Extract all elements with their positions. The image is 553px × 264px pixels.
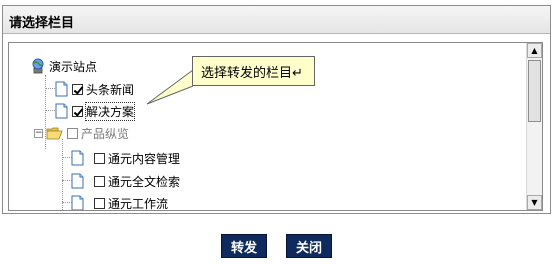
tree-item[interactable]: 通元内容管理	[71, 149, 180, 167]
tooltip-text: 选择转发的栏目↵	[201, 65, 303, 81]
tree-item-label: 解决方案	[84, 101, 136, 121]
close-button[interactable]: 关闭	[286, 234, 332, 258]
item-checkbox[interactable]	[72, 83, 83, 95]
tree-connector	[62, 139, 63, 210]
scroll-up-button[interactable]: ▲	[527, 43, 542, 58]
item-checkbox[interactable]	[67, 127, 78, 139]
document-icon	[55, 103, 68, 119]
document-icon	[71, 195, 84, 210]
panel-title: 请选择栏目	[9, 16, 75, 31]
site-globe-icon	[31, 58, 45, 74]
tooltip: 选择转发的栏目↵	[192, 56, 315, 86]
tree-folder-label: 产品纵览	[81, 126, 130, 141]
tree-root-label: 演示站点	[49, 59, 98, 74]
tree-item-label: 通元全文检索	[108, 174, 181, 189]
tree-item-label: 通元内容管理	[108, 151, 181, 166]
scroll-thumb[interactable]	[528, 60, 541, 122]
tree-connector	[45, 110, 55, 111]
arrow-down-icon: ▼	[531, 198, 538, 207]
item-checkbox[interactable]	[94, 197, 105, 209]
tree-item[interactable]: 通元全文检索	[71, 172, 180, 190]
tooltip-pointer	[146, 69, 194, 105]
document-icon	[71, 173, 84, 189]
tree-root[interactable]: 演示站点	[31, 57, 97, 75]
document-icon	[55, 81, 68, 97]
item-checkbox[interactable]	[94, 152, 105, 164]
item-checkbox[interactable]	[72, 105, 83, 117]
folder-open-icon	[46, 126, 63, 140]
tree-item[interactable]: 解决方案	[55, 101, 136, 121]
forward-button[interactable]: 转发	[221, 234, 267, 258]
tree-item[interactable]: 头条新闻	[55, 80, 134, 98]
tree-folder[interactable]: 产品纵览	[46, 124, 129, 142]
vertical-scrollbar[interactable]: ▲ ▼	[526, 43, 542, 210]
tree-item-label: 通元工作流	[108, 196, 169, 211]
item-checkbox[interactable]	[94, 175, 105, 187]
collapse-toggle[interactable]: −	[34, 129, 43, 138]
arrow-up-icon: ▲	[531, 46, 538, 55]
panel-header: 请选择栏目	[3, 6, 550, 34]
tree-item[interactable]: 通元工作流	[71, 194, 169, 211]
scroll-down-button[interactable]: ▼	[527, 195, 542, 210]
document-icon	[71, 150, 84, 166]
column-select-panel: 请选择栏目 演示站点 头条新闻 解决方案 − 产品纵览 通元内容管理 通元全文检…	[2, 5, 551, 214]
tree-connector	[45, 88, 55, 89]
tree-item-label: 头条新闻	[86, 82, 135, 97]
